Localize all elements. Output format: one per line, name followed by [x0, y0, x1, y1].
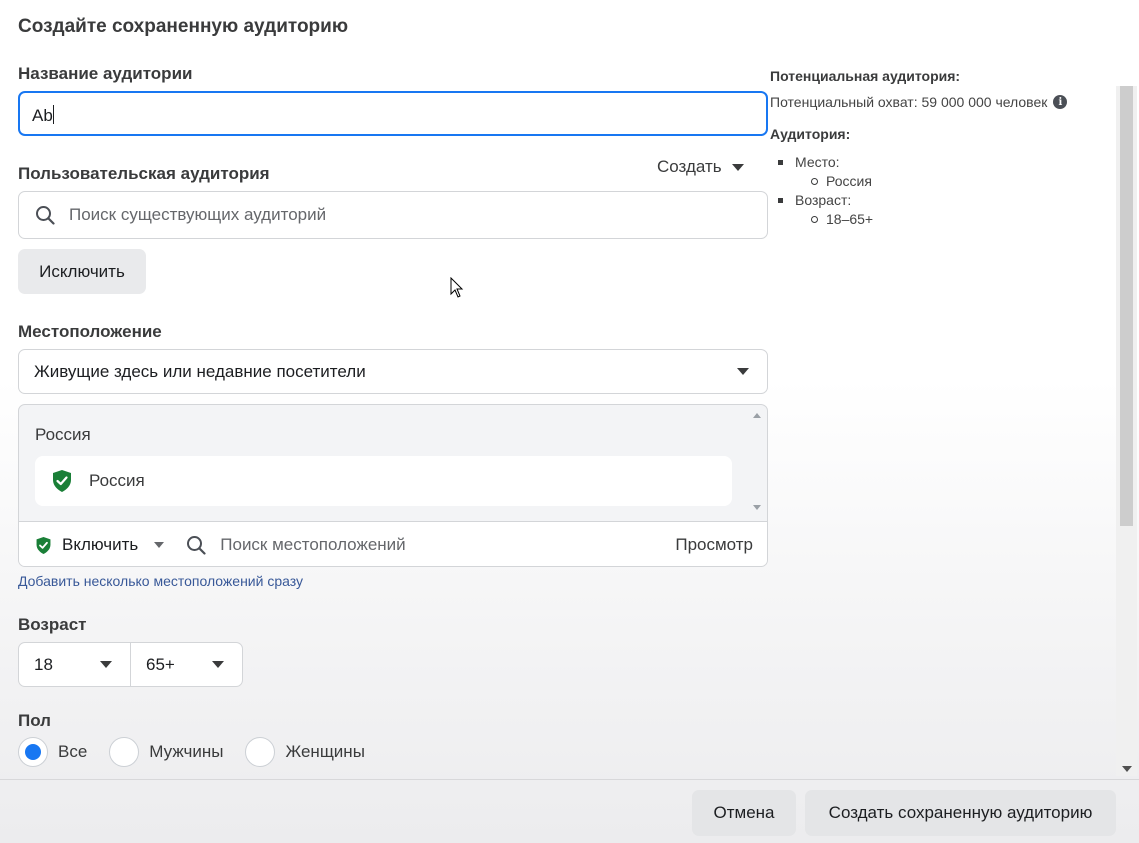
- gender-option-label: Мужчины: [149, 742, 224, 761]
- caret-down-icon: [154, 542, 165, 548]
- caret-down-icon: [212, 661, 224, 668]
- bulk-add-locations-link[interactable]: Добавить несколько местоположений сразу: [18, 573, 303, 589]
- browse-button[interactable]: Просмотр: [675, 535, 753, 555]
- create-dropdown[interactable]: Создать: [657, 157, 744, 177]
- location-search-placeholder: Поиск местоположений: [220, 535, 406, 554]
- include-dropdown[interactable]: Включить: [35, 535, 165, 555]
- location-type-value: Живущие здесь или недавние посетители: [34, 361, 366, 381]
- caret-down-icon: [100, 661, 112, 668]
- create-saved-audience-button[interactable]: Создать сохраненную аудиторию: [805, 790, 1116, 836]
- radio-unselected[interactable]: [109, 737, 140, 767]
- location-toolbar: Включить Поиск местоположений Просмотр: [19, 521, 767, 566]
- scroll-down-arrow-icon[interactable]: [1122, 766, 1132, 772]
- audience-name-value: Ab: [32, 106, 53, 125]
- custom-audience-label: Пользовательская аудитория: [18, 164, 270, 183]
- radio-unselected[interactable]: [245, 737, 276, 767]
- caret-down-icon: [737, 368, 749, 375]
- audience-name-input[interactable]: Ab: [18, 91, 768, 136]
- summary-age-value: 18–65+: [810, 211, 1067, 227]
- audience-summary-panel: Потенциальная аудитория: Потенциальный о…: [770, 68, 1068, 227]
- search-icon: [36, 206, 55, 225]
- age-range-selector: 18 65+: [18, 642, 243, 687]
- search-icon: [187, 536, 206, 555]
- audience-heading: Аудитория:: [770, 126, 851, 142]
- exclude-button[interactable]: Исключить: [18, 249, 146, 294]
- age-label: Возраст: [18, 615, 87, 634]
- gender-option-label: Все: [58, 742, 88, 761]
- create-dropdown-label: Создать: [657, 157, 722, 176]
- gender-option-women[interactable]: Женщины: [245, 737, 365, 767]
- mouse-cursor-icon: [450, 277, 464, 298]
- info-icon[interactable]: i: [1053, 95, 1068, 109]
- age-max-select[interactable]: 65+: [130, 643, 242, 686]
- location-type-select[interactable]: Живущие здесь или недавние посетители: [18, 349, 768, 394]
- audience-summary-list: Место: Россия Возраст: 18–65+: [776, 154, 1067, 227]
- scrollbar-thumb[interactable]: [1120, 86, 1133, 526]
- selected-location-label: Россия: [89, 471, 145, 490]
- location-box: Россия Россия Включить Поиск местоположе…: [18, 404, 768, 567]
- custom-audience-search-placeholder: Поиск существующих аудиторий: [69, 205, 327, 224]
- summary-place-label: Место:: [795, 154, 840, 170]
- footer-divider: [0, 779, 1139, 780]
- caret-down-icon: [731, 163, 744, 171]
- gender-option-all[interactable]: Все: [18, 737, 87, 767]
- gender-radio-group: Все Мужчины Женщины: [18, 737, 387, 767]
- potential-reach: Потенциальный охват: 59 000 000 человек …: [770, 94, 1068, 110]
- potential-reach-text: Потенциальный охват: 59 000 000 человек: [770, 94, 1048, 110]
- shield-check-icon: [36, 536, 51, 554]
- selected-location-item[interactable]: Россия: [35, 456, 732, 506]
- summary-age-label: Возраст:: [795, 192, 852, 208]
- radio-selected[interactable]: [18, 737, 48, 767]
- age-max-value: 65+: [146, 654, 175, 674]
- cancel-button[interactable]: Отмена: [692, 790, 796, 836]
- summary-place-value: Россия: [810, 173, 1067, 189]
- text-caret: [52, 105, 54, 124]
- age-min-select[interactable]: 18: [19, 643, 130, 686]
- gender-label: Пол: [18, 711, 51, 730]
- gender-option-men[interactable]: Мужчины: [109, 737, 223, 767]
- custom-audience-search[interactable]: Поиск существующих аудиторий: [18, 191, 768, 239]
- include-label: Включить: [62, 535, 139, 554]
- summary-age: Возраст: 18–65+: [776, 192, 1067, 227]
- shield-check-icon: [53, 470, 71, 492]
- gender-option-label: Женщины: [285, 742, 365, 761]
- summary-place: Место: Россия: [776, 154, 1067, 189]
- location-country-heading: Россия: [35, 425, 91, 444]
- location-search-input[interactable]: Поиск местоположений: [186, 535, 406, 555]
- scroll-up-arrow-icon[interactable]: [753, 413, 761, 418]
- potential-audience-heading: Потенциальная аудитория:: [770, 68, 961, 84]
- scrollbar[interactable]: [1116, 86, 1137, 776]
- location-label: Местоположение: [18, 322, 162, 341]
- age-min-value: 18: [34, 654, 53, 674]
- audience-name-label: Название аудитории: [18, 64, 193, 83]
- scroll-down-arrow-icon[interactable]: [753, 505, 761, 510]
- dialog-title: Создайте сохраненную аудиторию: [18, 16, 349, 37]
